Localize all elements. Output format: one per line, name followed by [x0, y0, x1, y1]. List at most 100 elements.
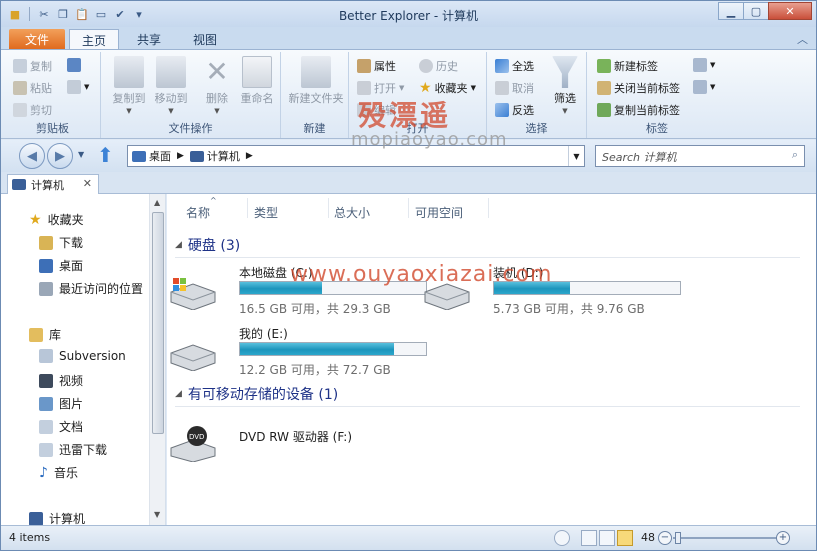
- address-dropdown-icon[interactable]: ▼: [568, 146, 584, 166]
- group-header-removable[interactable]: ◢ 有可移动存储的设备 (1): [175, 384, 800, 407]
- tab-file[interactable]: 文件: [9, 29, 65, 49]
- sidebar-item-computer[interactable]: 计算机: [29, 510, 85, 525]
- close-tab-icon[interactable]: ✕: [83, 177, 92, 190]
- search-input[interactable]: Search 计算机 ⌕: [595, 145, 805, 167]
- navigation-pane: ★ 收藏夹 下载 桌面 最近访问的位置 库 Subversion 视频 图片 文…: [1, 194, 166, 525]
- group-file-ops: 复制到 ▼ 移动到 ▼ ✕ 删除 ▼ 重命名 文件操作: [101, 52, 281, 138]
- scroll-down-icon[interactable]: ▼: [154, 510, 160, 519]
- sidebar-item-subversion[interactable]: Subversion: [39, 349, 126, 363]
- history-button[interactable]: 历史: [419, 58, 458, 74]
- copy-path-icon: [67, 58, 81, 72]
- delete-button[interactable]: ✕ 删除 ▼: [195, 56, 239, 116]
- sidebar-item-downloads[interactable]: 下载: [39, 234, 83, 251]
- move-to-icon: [156, 56, 186, 88]
- chevron-down-icon: ▼: [399, 84, 405, 92]
- paste-shortcut-button[interactable]: ▼: [67, 80, 89, 94]
- paste-button[interactable]: 粘贴: [13, 80, 52, 96]
- new-folder-button[interactable]: 新建文件夹: [287, 56, 345, 106]
- invert-selection-icon: [495, 103, 509, 117]
- details-view-icon[interactable]: [581, 530, 597, 546]
- minimize-button[interactable]: ▁: [718, 2, 744, 20]
- drive-f[interactable]: DVD DVD RW 驱动器 (F:): [167, 414, 417, 468]
- zoom-slider[interactable]: [673, 532, 781, 544]
- zoom-slider-thumb[interactable]: [675, 532, 681, 544]
- select-all-button[interactable]: 全选: [495, 58, 534, 74]
- breadcrumb-separator-icon[interactable]: ▶: [177, 151, 184, 161]
- column-total-size[interactable]: 总大小: [334, 204, 370, 221]
- sidebar-item-recent[interactable]: 最近访问的位置: [39, 280, 143, 297]
- filter-button[interactable]: 筛选 ▼: [545, 56, 585, 115]
- copy-to-button[interactable]: 复制到 ▼: [107, 56, 151, 115]
- invert-selection-button[interactable]: 反选: [495, 102, 534, 118]
- sidebar-item-music[interactable]: ♪ 音乐: [39, 464, 78, 481]
- sidebar-item-documents[interactable]: 文档: [39, 418, 83, 435]
- cut-icon: [13, 103, 27, 117]
- new-tab-button[interactable]: 新建标签: [597, 58, 658, 74]
- breadcrumb-computer[interactable]: 计算机: [189, 148, 240, 164]
- up-arrow-icon[interactable]: ⬆: [97, 143, 114, 167]
- open-icon: [357, 81, 371, 95]
- preview-pane-icon[interactable]: [554, 530, 570, 546]
- column-free-space[interactable]: 可用空间: [415, 204, 463, 221]
- move-to-button[interactable]: 移动到 ▼: [149, 56, 193, 115]
- tiles-view-icon[interactable]: [617, 530, 633, 546]
- sidebar-item-pictures[interactable]: 图片: [39, 395, 83, 412]
- select-none-icon: [495, 81, 509, 95]
- tab-view[interactable]: 视图: [181, 29, 229, 49]
- divider: [247, 198, 248, 218]
- breadcrumb-desktop[interactable]: 桌面: [132, 148, 171, 164]
- tab-move-button[interactable]: ▼: [693, 80, 715, 94]
- maximize-button[interactable]: ▢: [743, 2, 769, 20]
- rename-icon: [242, 56, 272, 88]
- group-new: 新建文件夹 新建: [281, 52, 349, 138]
- tab-home[interactable]: 主页: [69, 29, 120, 49]
- sidebar-item-videos[interactable]: 视频: [39, 372, 83, 389]
- sidebar-item-libraries[interactable]: 库: [29, 326, 61, 343]
- watermark-url: mopiaoyao.com: [351, 129, 508, 150]
- breadcrumb-separator-icon[interactable]: ▶: [246, 151, 253, 161]
- recent-places-icon: [39, 281, 53, 296]
- back-button[interactable]: ◀: [19, 143, 45, 169]
- scrollbar-thumb[interactable]: [152, 212, 164, 434]
- list-view-icon[interactable]: [599, 530, 615, 546]
- system-drive-icon: [170, 278, 216, 310]
- drive-e[interactable]: 我的 (E:) 12.2 GB 可用，共 72.7 GB: [167, 323, 427, 377]
- copy-button[interactable]: 复制: [13, 58, 52, 74]
- svg-text:DVD: DVD: [189, 433, 204, 441]
- sidebar-item-favorites[interactable]: ★ 收藏夹: [29, 211, 84, 228]
- scroll-up-icon[interactable]: ▲: [154, 198, 160, 207]
- zoom-out-icon[interactable]: −: [658, 531, 672, 545]
- sort-ascending-icon: ^: [210, 196, 217, 205]
- forward-button[interactable]: ▶: [47, 143, 73, 169]
- cut-button[interactable]: 剪切: [13, 102, 52, 118]
- sidebar-item-thunder-downloads[interactable]: 迅雷下载: [39, 441, 107, 458]
- rename-button[interactable]: 重命名: [235, 56, 279, 106]
- star-icon: ★: [29, 211, 42, 228]
- tab-options-button[interactable]: ▼: [693, 58, 715, 72]
- close-current-tab-button[interactable]: 关闭当前标签: [597, 80, 680, 96]
- close-button[interactable]: ✕: [768, 2, 812, 20]
- divider: [408, 198, 409, 218]
- status-bar: 4 items 48 − +: [1, 525, 816, 550]
- select-none-button[interactable]: 取消: [495, 80, 534, 96]
- copy-current-tab-button[interactable]: 复制当前标签: [597, 102, 680, 118]
- zoom-in-icon[interactable]: +: [776, 531, 790, 545]
- tab-computer[interactable]: 计算机 ✕: [7, 174, 99, 194]
- new-folder-icon: [301, 56, 331, 88]
- desktop-icon: [39, 258, 53, 273]
- column-name[interactable]: 名称: [186, 204, 210, 221]
- group-header-hdd[interactable]: ◢ 硬盘 (3): [175, 235, 800, 258]
- collapse-icon[interactable]: ◢: [175, 389, 182, 399]
- collapse-ribbon-icon[interactable]: ︿: [797, 31, 808, 47]
- tab-share[interactable]: 共享: [125, 29, 173, 49]
- video-icon: [39, 373, 53, 388]
- column-type[interactable]: 类型: [254, 204, 278, 221]
- nav-pane-scrollbar[interactable]: ▲ ▼: [149, 194, 165, 525]
- copy-path-button[interactable]: [67, 58, 81, 72]
- properties-button[interactable]: 属性: [357, 58, 396, 74]
- collapse-icon[interactable]: ◢: [175, 240, 182, 250]
- sidebar-item-desktop[interactable]: 桌面: [39, 257, 83, 274]
- tab-strip: 计算机 ✕: [1, 172, 816, 194]
- search-icon[interactable]: ⌕: [792, 148, 798, 162]
- history-dropdown-icon[interactable]: ▼: [78, 150, 84, 159]
